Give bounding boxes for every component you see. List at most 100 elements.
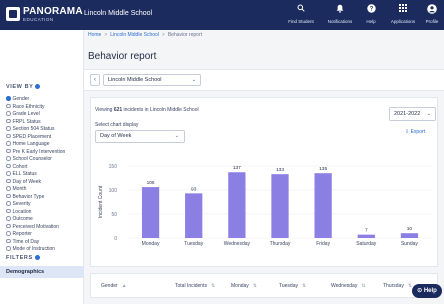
breadcrumb-home[interactable]: Home [88,32,101,38]
view-by-option[interactable]: Race Ethnicity [6,103,65,112]
panorama-logo[interactable]: PANORAMA EDUCATION [6,5,83,25]
view-by-option[interactable]: FRPL Status [6,118,65,127]
view-by-option[interactable]: SPED Placement [6,133,65,142]
viewing-prefix: Viewing [95,107,114,113]
view-by-option[interactable]: Gender [6,96,65,104]
breadcrumb-separator: > [104,32,108,38]
applications-button[interactable]: Applications [386,4,420,28]
view-by-option[interactable]: Reporter [6,231,65,239]
data-label: 7 [365,228,368,234]
view-by-option[interactable]: Cohort [6,163,65,172]
day-of-week-chart: 0 50 100 150 Incident Count 106 Monday 93 Tuesda… [98,164,431,247]
radio-icon[interactable] [6,171,11,176]
view-by-option[interactable]: Home Language [6,141,65,149]
filters-heading: FILTERS [6,255,40,261]
breadcrumb-separator: > [161,32,165,38]
radio-icon[interactable] [6,118,11,123]
radio-icon[interactable] [6,126,11,131]
y-axis-label: Incident Count [98,185,104,218]
bar [141,187,160,238]
radio-icon[interactable] [6,103,11,108]
radio-icon[interactable] [6,148,11,153]
radio-icon[interactable] [6,231,11,236]
view-by-option[interactable]: Location [6,208,65,217]
applications-label: Applications [390,19,416,24]
chart-display-select[interactable]: Day of Week ⌄ [95,130,185,143]
view-by-option[interactable]: Grade Level [6,111,65,119]
view-by-option[interactable]: Perceived Motivation [6,223,65,232]
breadcrumb-school[interactable]: Lincoln Middle School [110,32,159,38]
sort-icon[interactable]: ⇅ [211,283,215,289]
sort-icon[interactable]: ⇅ [302,283,306,289]
grid-icon [398,4,408,14]
column-header[interactable]: Thursday ⇅ [383,274,412,299]
view-by-option-label: Mode of Instruction [12,246,56,252]
header-school-name: Lincoln Middle School [84,10,153,17]
find-student-button[interactable]: Find Student [284,4,318,28]
view-by-option[interactable]: Day of Week [6,178,65,187]
radio-icon[interactable] [6,156,11,161]
radio-icon[interactable] [6,163,11,168]
filters-info-icon[interactable] [34,255,40,261]
sort-icon[interactable]: ⇅ [253,283,257,289]
column-header-label: Wednesday [331,283,358,289]
radio-icon[interactable] [6,141,11,146]
view-by-option[interactable]: Outcome [6,216,65,224]
radio-icon[interactable] [6,216,11,221]
top-navigation-bar: PANORAMA EDUCATION Lincoln Middle School… [0,0,444,30]
logo-name: PANORAMA [23,6,83,17]
column-header-label: Total Incidents [175,283,207,289]
school-select[interactable]: Lincoln Middle School ⌄ [103,74,201,86]
view-by-option[interactable]: Pre K Early Intervention [6,148,65,157]
view-by-option[interactable]: Time of Day [6,238,65,247]
table-header-row: Gender ▲ Total Incidents ⇅ Monday ⇅ Tuesday ⇅ We… [90,273,438,298]
info-icon[interactable] [35,84,41,90]
view-by-option[interactable]: Mode of Instruction [6,246,65,254]
help-chat-button[interactable]: ⊙ Help [412,284,442,298]
export-button[interactable]: ⇩ Export [405,129,425,135]
demographics-filter[interactable]: Demographics [0,266,84,278]
column-header[interactable]: Wednesday ⇅ [331,274,366,299]
radio-icon[interactable] [6,238,11,243]
bar [228,172,246,238]
filters-label: FILTERS [6,255,33,261]
radio-icon[interactable] [6,223,11,228]
sort-icon[interactable]: ⇅ [361,283,365,289]
radio-icon[interactable] [6,111,11,116]
bell-icon [335,4,345,14]
view-by-option[interactable]: Behavior Type [6,193,65,202]
help-menu-button[interactable]: ? Help [361,4,381,28]
notifications-button[interactable]: Notifications [322,4,358,28]
column-header[interactable]: Gender ▲ [101,274,127,299]
column-header[interactable]: Monday ⇅ [231,274,257,299]
sort-icon[interactable]: ▲ [122,283,127,289]
column-header[interactable]: Tuesday ⇅ [279,274,306,299]
radio-icon[interactable] [6,178,11,183]
view-by-option-label: Section 504 Status [12,126,55,132]
radio-icon[interactable] [6,186,11,191]
data-label: 106 [147,180,155,186]
column-header[interactable]: Total Incidents ⇅ [175,274,215,299]
x-tick-label: Wednesday [224,241,251,247]
back-button[interactable]: ‹ [90,74,100,86]
view-by-option[interactable]: Severity [6,201,65,209]
chart-display-value: Day of Week [100,133,132,139]
school-year-select[interactable]: 2021-2022 ⌄ [389,107,436,121]
radio-icon[interactable] [6,193,11,198]
bar [314,173,332,238]
view-by-option[interactable]: Section 504 Status [6,126,65,134]
view-by-option[interactable]: Month [6,186,65,194]
radio-icon[interactable] [6,96,11,101]
radio-icon[interactable] [6,201,11,206]
profile-button[interactable]: Profile [422,4,442,28]
view-by-option[interactable]: ELL Status [6,171,65,179]
view-by-option-label: Race Ethnicity [12,103,45,110]
data-label: 93 [191,186,197,192]
y-tick-label: 150 [109,164,118,170]
view-by-label: VIEW BY [6,84,34,90]
radio-icon[interactable] [6,246,11,251]
radio-icon[interactable] [6,208,11,213]
view-by-option[interactable]: School Counselor [6,156,65,164]
radio-icon[interactable] [6,133,11,138]
chevron-down-icon: ⌄ [174,133,179,139]
